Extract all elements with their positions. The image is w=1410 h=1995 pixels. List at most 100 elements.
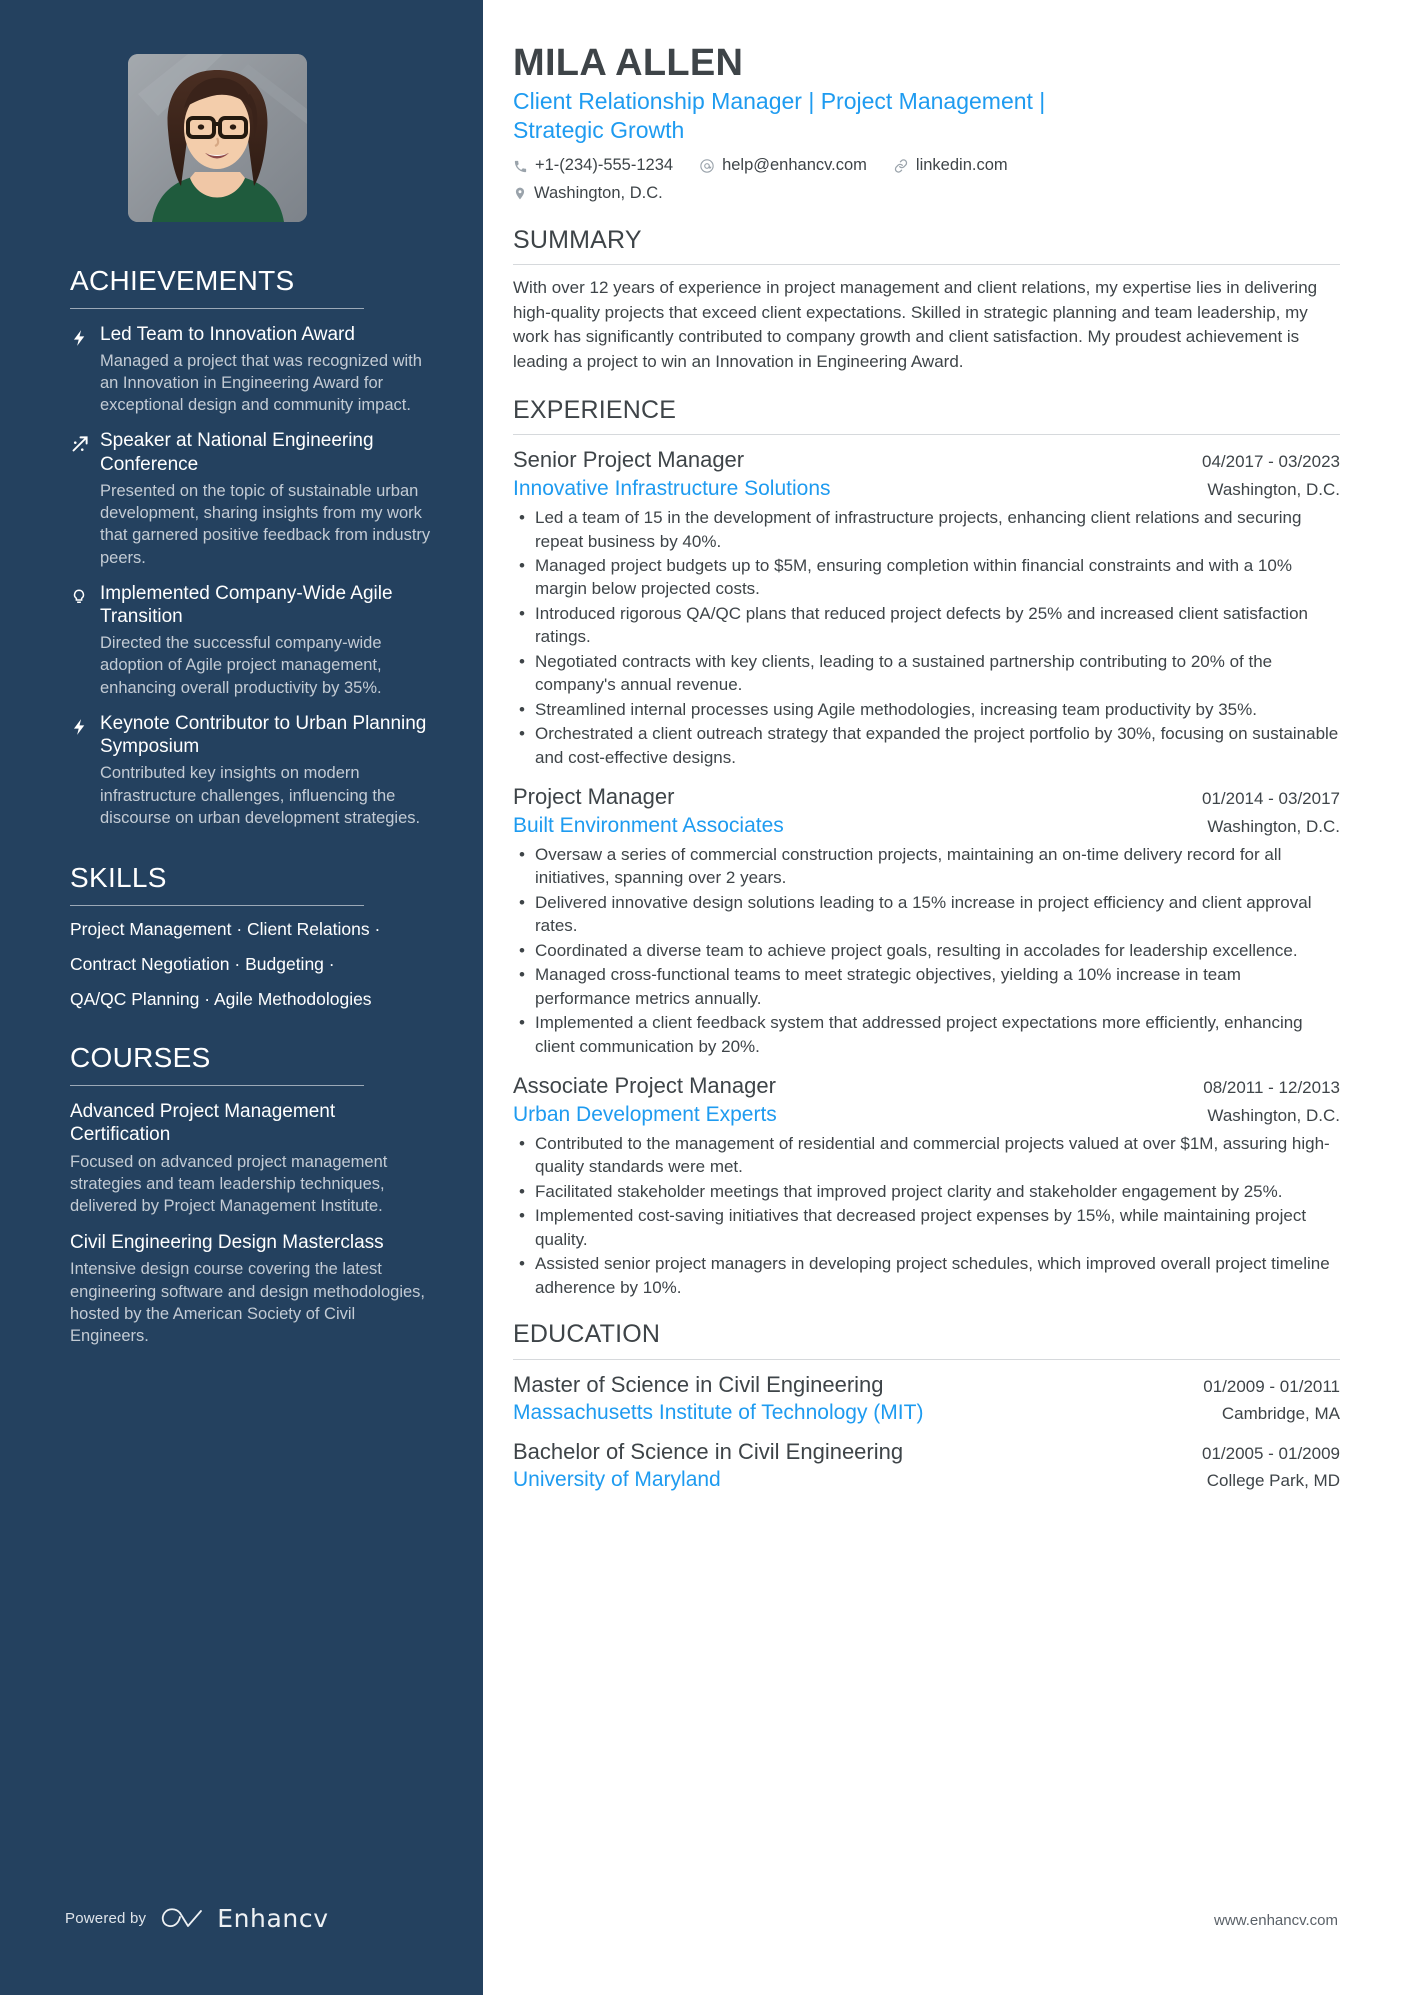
section-divider (70, 307, 364, 309)
bullet-text: Delivered innovative design solutions le… (535, 892, 1312, 936)
contact-link[interactable]: linkedin.com (893, 154, 1008, 177)
page-title: MILA ALLEN (513, 42, 744, 84)
education-entry: Master of Science in Civil Engineering 0… (513, 1371, 1340, 1428)
achievement-description: Presented on the topic of sustainable ur… (100, 482, 431, 567)
achievement-description: Contributed key insights on modern infra… (100, 764, 421, 827)
list-item: • Led a team of 15 in the development of … (513, 506, 1340, 553)
bullet-icon: • (519, 651, 525, 671)
experience-role: Associate Project Manager (513, 1073, 776, 1099)
experience-location: Washington, D.C. (1207, 1105, 1340, 1125)
bullet-text: Facilitated stakeholder meetings that im… (535, 1181, 1283, 1201)
experience-bullets: • Oversaw a series of commercial construc… (513, 843, 1340, 1058)
bullet-icon: • (519, 1206, 525, 1226)
rising-arrow-icon (70, 429, 100, 568)
avatar (128, 54, 307, 222)
experience-company[interactable]: Innovative Infrastructure Solutions (513, 475, 831, 502)
section-divider (70, 904, 364, 906)
achievement-description: Managed a project that was recognized wi… (100, 352, 422, 415)
achievement-item: Led Team to Innovation Award Managed a p… (70, 323, 435, 417)
resume-page: ACHIEVEMENTS Led Team to Innovation Awar… (0, 0, 1410, 1995)
achievements-section: ACHIEVEMENTS Led Team to Innovation Awar… (70, 265, 435, 829)
experience-date: 04/2017 - 03/2023 (1201, 452, 1340, 472)
course-description: Intensive design course covering the lat… (70, 1260, 425, 1345)
course-item: Advanced Project Management Certificatio… (70, 1100, 435, 1217)
list-item: • Managed cross-functional teams to meet … (513, 963, 1340, 1010)
list-item: • Coordinated a diverse team to achieve p… (513, 939, 1340, 962)
bullet-icon: • (519, 556, 525, 576)
bullet-icon: • (519, 508, 525, 528)
course-title: Advanced Project Management Certificatio… (70, 1101, 336, 1146)
bullet-text: Contributed to the management of residen… (535, 1133, 1330, 1177)
experience-company[interactable]: Urban Development Experts (513, 1101, 777, 1128)
list-item: • Implemented cost-saving initiatives tha… (513, 1204, 1340, 1251)
section-divider (70, 1085, 364, 1087)
bullet-text: Oversaw a series of commercial construct… (535, 845, 1282, 888)
education-date: 01/2005 - 01/2009 (1201, 1443, 1340, 1463)
bullet-text: Introduced rigorous QA/QC plans that red… (535, 603, 1308, 647)
experience-date: 01/2014 - 03/2017 (1201, 789, 1340, 809)
contact-phone[interactable]: +1-(234)-555-1234 (513, 154, 673, 177)
bullet-icon: • (519, 603, 525, 623)
sidebar: ACHIEVEMENTS Led Team to Innovation Awar… (0, 0, 483, 1995)
lightning-bolt-icon (70, 712, 100, 829)
main-content: MILA ALLEN Client Relationship Manager |… (483, 0, 1410, 1995)
contact-location-text: Washington, D.C. (534, 183, 663, 202)
experience-bullets: • Led a team of 15 in the development of … (513, 506, 1340, 769)
contact-list: +1-(234)-555-1234 help@enhancv.com linke… (513, 154, 1113, 204)
achievement-title: Implemented Company-Wide Agile Transitio… (100, 582, 393, 627)
lightning-bolt-icon (70, 323, 100, 417)
education-school[interactable]: University of Maryland (513, 1466, 721, 1494)
achievement-title: Speaker at National Engineering Conferen… (100, 430, 374, 475)
achievements-heading: ACHIEVEMENTS (70, 265, 295, 296)
list-item: • Facilitated stakeholder meetings that i… (513, 1180, 1340, 1203)
experience-company[interactable]: Built Environment Associates (513, 812, 784, 839)
portrait-photo-icon (128, 54, 307, 222)
education-location: College Park, MD (1206, 1471, 1340, 1491)
list-item: • Contributed to the management of reside… (513, 1132, 1340, 1179)
bullet-text: Coordinated a diverse team to achieve pr… (535, 940, 1298, 960)
bullet-icon: • (519, 965, 525, 985)
section-divider (513, 1358, 1340, 1360)
bullet-text: Managed cross-functional teams to meet s… (535, 965, 1241, 1008)
contact-location: Washington, D.C. (513, 182, 1113, 205)
skills-section: SKILLS Project Management · Client Relat… (70, 862, 435, 1010)
bullet-text: Led a team of 15 in the development of i… (535, 508, 1302, 551)
bullet-icon: • (519, 724, 525, 744)
experience-entry: Project Manager 01/2014 - 03/2017 Built … (513, 783, 1340, 1058)
bullet-icon: • (519, 699, 525, 719)
education-entry: Bachelor of Science in Civil Engineering… (513, 1438, 1340, 1495)
website-footer: www.enhancv.com (1214, 1912, 1338, 1929)
education-school[interactable]: Massachusetts Institute of Technology (M… (513, 1399, 923, 1427)
email-icon (699, 158, 715, 174)
experience-entry: Associate Project Manager 08/2011 - 12/2… (513, 1072, 1340, 1299)
bullet-text: Implemented a client feedback system tha… (535, 1013, 1303, 1056)
experience-role: Project Manager (513, 784, 675, 810)
list-item: • Assisted senior project managers in dev… (513, 1252, 1340, 1299)
education-degree: Master of Science in Civil Engineering (513, 1371, 884, 1397)
list-item: • Managed project budgets up to $5M, ensu… (513, 554, 1340, 601)
bullet-text: Assisted senior project managers in deve… (535, 1254, 1330, 1297)
list-item: • Introduced rigorous QA/QC plans that re… (513, 602, 1340, 649)
experience-role: Senior Project Manager (513, 447, 745, 473)
course-description: Focused on advanced project management s… (70, 1152, 388, 1216)
experience-heading: EXPERIENCE (513, 395, 677, 424)
list-item: • Oversaw a series of commercial construc… (513, 843, 1340, 890)
achievement-title: Keynote Contributor to Urban Planning Sy… (100, 712, 427, 758)
education-location: Cambridge, MA (1221, 1404, 1340, 1424)
course-item: Civil Engineering Design Masterclass Int… (70, 1231, 435, 1347)
list-item: • Negotiated contracts with key clients, … (513, 650, 1340, 697)
contact-phone-text: +1-(234)-555-1234 (535, 156, 674, 175)
summary-text: With over 12 years of experience in proj… (513, 278, 1318, 372)
summary-heading: SUMMARY (513, 225, 642, 254)
bullet-icon: • (519, 892, 525, 912)
bullet-icon: • (519, 1133, 525, 1153)
contact-email[interactable]: help@enhancv.com (699, 154, 867, 177)
experience-date: 08/2011 - 12/2013 (1203, 1078, 1340, 1098)
achievement-item: Keynote Contributor to Urban Planning Sy… (70, 712, 435, 829)
location-icon (513, 185, 527, 202)
bullet-text: Negotiated contracts with key clients, l… (535, 651, 1273, 695)
list-item: • Orchestrated a client outreach strategy… (513, 722, 1340, 769)
contact-email-text: help@enhancv.com (722, 156, 867, 175)
course-title: Civil Engineering Design Masterclass (70, 1232, 384, 1254)
bullet-icon: • (519, 845, 525, 864)
